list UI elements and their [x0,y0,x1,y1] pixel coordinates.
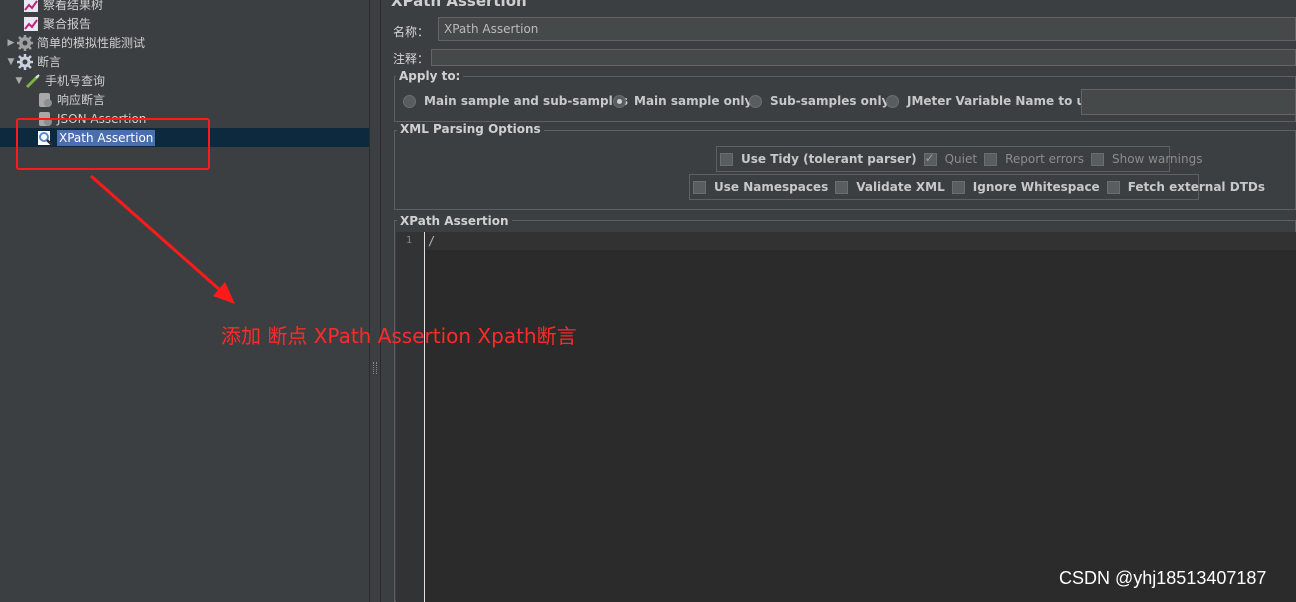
checkbox-label: Validate XML [856,180,945,194]
graph-icon [22,15,40,33]
quiet-checkbox[interactable]: Quiet [923,151,978,166]
radio-label: JMeter Variable Name to use [907,94,1101,108]
checkbox[interactable] [1106,180,1120,194]
ignore-whitespace-checkbox[interactable]: Ignore Whitespace [951,180,1100,194]
radio-main-only[interactable]: Main sample only [613,94,752,108]
xpath-code[interactable]: / [428,234,435,248]
radio-button[interactable] [749,94,762,108]
line-number-gutter: 1 [396,232,425,602]
tree-item-aggregate-report[interactable]: 聚合报告 [22,14,91,33]
radio-button[interactable] [886,94,899,108]
xpath-assertion-title: XPath Assertion [397,214,512,228]
checkbox-label: Use Tidy (tolerant parser) [741,152,917,166]
split-pane-divider[interactable] [369,0,381,602]
checkbox[interactable] [720,152,733,166]
radio-main-and-sub[interactable]: Main sample and sub-samples [403,94,628,108]
current-line-highlight [426,232,1296,250]
tree-item-label: 聚合报告 [43,17,92,31]
checkbox[interactable] [835,180,849,194]
radio-label: Main sample only [634,94,753,108]
checkbox-label: Use Namespaces [714,180,829,194]
radio-label: Main sample and sub-samples [424,94,629,108]
expand-arrow-icon[interactable]: ▶ [6,38,16,48]
checkbox[interactable] [984,152,998,166]
line-number: 1 [406,235,413,246]
watermark: CSDN @yhj18513407187 [1059,568,1267,588]
comment-field[interactable] [431,49,1296,66]
gear-icon [16,53,34,71]
tidy-options-row: Use Tidy (tolerant parser) Quiet Report … [716,146,1202,172]
red-arrow-icon [90,174,235,304]
graph-icon [22,0,40,14]
jmeter-variable-input[interactable] [1081,89,1296,115]
test-plan-tree: 察看结果树 聚合报告 ▶ 简单的模拟性能测试 ▼ 断言 ▼ 手机号查询 响应断言 [0,0,369,602]
radio-sub-only[interactable]: Sub-samples only [749,94,889,108]
xpath-editor[interactable]: 1 / [396,232,1296,602]
tree-item-label: 手机号查询 [45,74,106,88]
use-tidy-checkbox[interactable]: Use Tidy (tolerant parser) [720,152,917,166]
fetch-external-dtds-checkbox[interactable]: Fetch external DTDs [1106,180,1265,194]
splitter-grip[interactable] [373,362,377,374]
checkbox-checked[interactable] [923,151,937,166]
checkbox[interactable] [693,180,706,194]
radio-button-selected[interactable] [613,94,626,108]
collapse-arrow-icon[interactable]: ▼ [6,57,16,67]
checkbox-label: Report errors [1005,152,1084,166]
tree-item-phone-query[interactable]: ▼ 手机号查询 [14,71,105,90]
checkbox[interactable] [1090,152,1104,166]
comment-label: 注释： [393,52,430,66]
tree-item-simple-perf-test[interactable]: ▶ 简单的模拟性能测试 [6,33,145,52]
name-field[interactable]: XPath Assertion [438,17,1296,41]
tree-item-assertion-group[interactable]: ▼ 断言 [6,52,61,71]
annotation-text: 添加 断点 XPath Assertion Xpath断言 [221,324,577,348]
tree-item-label: 响应断言 [57,93,106,107]
panel-title: XPath Assertion [391,0,527,10]
checkbox-label: Show warnings [1111,152,1203,166]
radio-jmeter-variable[interactable]: JMeter Variable Name to use [886,94,1100,108]
radio-label: Sub-samples only [770,94,890,108]
xpath-assertion-panel: XPath Assertion 名称： XPath Assertion 注释： … [388,0,1296,602]
xml-options-row: Use Namespaces Validate XML Ignore White… [689,174,1265,200]
show-warnings-checkbox[interactable]: Show warnings [1090,152,1203,166]
tree-item-view-results-tree[interactable]: 察看结果树 [22,0,103,14]
checkbox[interactable] [951,180,965,194]
tree-item-label: 断言 [37,55,62,69]
name-label: 名称： [393,25,430,39]
apply-to-title: Apply to: [396,69,464,83]
sampler-pen-icon [24,72,42,90]
gear-icon [16,34,34,52]
use-namespaces-checkbox[interactable]: Use Namespaces [693,180,828,194]
checkbox-label: Fetch external DTDs [1127,180,1265,194]
highlight-box [16,118,210,170]
checkbox-label: Quiet [944,152,978,166]
checkbox-label: Ignore Whitespace [972,180,1100,194]
validate-xml-checkbox[interactable]: Validate XML [835,180,945,194]
tree-item-label: 察看结果树 [43,0,104,12]
tree-item-label: 简单的模拟性能测试 [37,36,146,50]
collapse-arrow-icon[interactable]: ▼ [14,76,24,86]
xml-parsing-title: XML Parsing Options [397,122,544,136]
radio-button[interactable] [403,94,416,108]
report-errors-checkbox[interactable]: Report errors [984,152,1084,166]
tree-item-response-assertion[interactable]: 响应断言 [36,90,105,109]
assertion-icon [36,91,54,109]
